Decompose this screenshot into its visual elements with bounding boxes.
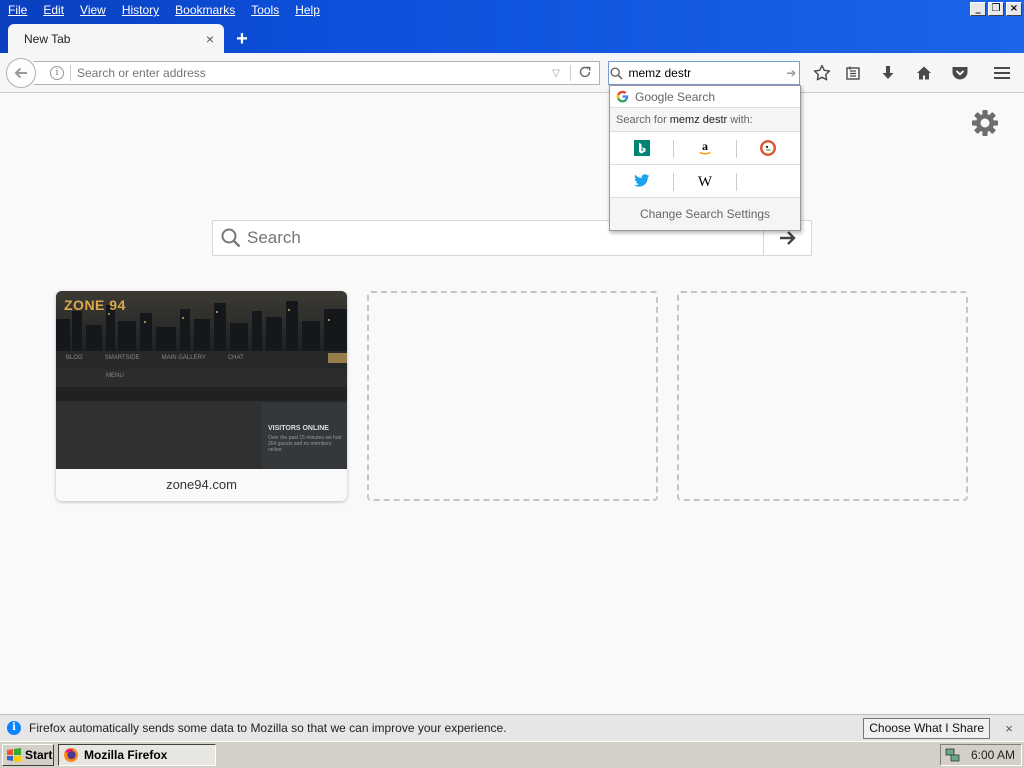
info-icon: i — [7, 721, 21, 735]
back-arrow-icon — [14, 67, 27, 79]
taskbar: Start Mozilla Firefox 6:00 AM — [0, 741, 1024, 768]
search-with-query: memz destr — [669, 113, 728, 126]
menu-edit[interactable]: Edit — [35, 0, 72, 20]
title-bar: File Edit View History Bookmarks Tools H… — [0, 0, 1024, 54]
search-with-header: Search for memz destr with: — [610, 108, 800, 132]
thumbnail-logo: ZONE 94 — [64, 297, 126, 313]
site-thumbnail: ZONE 94 BLOG SMARTSIDE MAIN GALLERY CHAT… — [56, 291, 347, 469]
search-input[interactable] — [624, 66, 784, 80]
pocket-icon[interactable] — [950, 63, 970, 83]
clock[interactable]: 6:00 AM — [971, 748, 1015, 762]
close-icon[interactable]: × — [1002, 721, 1016, 736]
menu-history[interactable]: History — [114, 0, 167, 20]
close-window-button[interactable]: × — [1006, 2, 1022, 16]
top-site-tile[interactable]: ZONE 94 BLOG SMARTSIDE MAIN GALLERY CHAT… — [56, 291, 347, 501]
start-label: Start — [25, 748, 53, 762]
wikipedia-engine-button[interactable]: W — [673, 165, 736, 197]
search-icon — [213, 228, 241, 248]
network-icon[interactable] — [945, 747, 961, 763]
twitter-engine-button[interactable] — [610, 165, 673, 197]
taskbar-task-label: Mozilla Firefox — [84, 748, 168, 762]
menu-view[interactable]: View — [72, 0, 114, 20]
menu-bar: File Edit View History Bookmarks Tools H… — [0, 0, 328, 20]
gear-icon[interactable] — [970, 108, 1000, 138]
svg-text:W: W — [697, 174, 712, 189]
google-search-suggestion[interactable]: Google Search — [610, 86, 800, 108]
info-icon[interactable]: i — [50, 66, 64, 80]
minimize-button[interactable]: _ — [970, 2, 986, 16]
menu-tools[interactable]: Tools — [243, 0, 287, 20]
tile-title: zone94.com — [56, 469, 347, 501]
thumbnail-nav: BLOG SMARTSIDE MAIN GALLERY CHAT — [66, 355, 244, 361]
tab-new-tab[interactable]: New Tab × — [8, 24, 224, 54]
twitter-icon — [633, 174, 649, 187]
url-separator — [70, 65, 71, 81]
notification-bar: i Firefox automatically sends some data … — [0, 714, 1024, 741]
content-search-input[interactable] — [241, 228, 763, 248]
svg-text:a: a — [702, 140, 708, 153]
empty-engine-slot — [736, 165, 799, 197]
change-search-settings-button[interactable]: Change Search Settings — [610, 198, 800, 230]
thumbnail-nav-item: MAIN GALLERY — [161, 355, 206, 361]
google-icon — [616, 90, 629, 103]
wikipedia-icon: W — [697, 174, 712, 189]
duckduckgo-icon — [759, 140, 776, 156]
thumbnail-widget-title: VISITORS ONLINE — [268, 425, 329, 432]
duckduckgo-engine-button[interactable] — [736, 132, 799, 164]
tab-title: New Tab — [24, 32, 71, 46]
back-button[interactable] — [6, 58, 36, 88]
thumbnail-nav-item: SMARTSIDE — [104, 355, 140, 361]
reload-icon[interactable] — [571, 65, 599, 82]
bing-icon — [633, 140, 650, 156]
downloads-icon[interactable] — [878, 63, 898, 83]
empty-tile-placeholder — [367, 291, 658, 501]
menu-help[interactable]: Help — [287, 0, 328, 20]
url-input[interactable] — [77, 66, 553, 80]
thumbnail-nav-item: BLOG — [66, 355, 83, 361]
restore-button[interactable]: ❐ — [988, 2, 1004, 16]
google-search-label: Google Search — [635, 89, 716, 104]
search-engines-row: W — [610, 165, 800, 198]
start-button[interactable]: Start — [2, 744, 54, 766]
amazon-icon: a — [698, 140, 711, 155]
thumbnail-nav-item: MENU — [106, 373, 124, 379]
home-icon[interactable] — [914, 63, 934, 83]
menu-bookmarks[interactable]: Bookmarks — [167, 0, 243, 20]
hamburger-menu-icon[interactable] — [992, 63, 1012, 83]
menu-file[interactable]: File — [0, 0, 35, 20]
search-go-icon[interactable]: ➔ — [784, 66, 800, 80]
url-bar[interactable]: i ▽ — [34, 61, 600, 85]
notification-text: Firefox automatically sends some data to… — [29, 721, 507, 735]
bookmark-star-icon[interactable] — [812, 63, 832, 83]
bookmarks-menu-icon[interactable] — [843, 63, 863, 83]
new-tab-button[interactable]: + — [232, 28, 252, 50]
amazon-engine-button[interactable]: a — [673, 132, 736, 164]
search-icon — [609, 66, 625, 80]
thumbnail-widget-text: Over the past 15 minutes we had 204 gues… — [268, 435, 342, 453]
search-engines-row: a — [610, 132, 800, 165]
search-with-prefix: Search for — [616, 113, 667, 126]
tab-close-icon[interactable]: × — [202, 31, 218, 47]
windows-logo-icon — [7, 748, 21, 762]
bing-engine-button[interactable] — [610, 132, 673, 164]
empty-tile-placeholder — [677, 291, 968, 501]
window-controls: _ ❐ × — [970, 2, 1022, 16]
search-suggestions-popup: Google Search Search for memz destr with… — [609, 85, 801, 231]
history-dropdown-icon[interactable]: ▽ — [552, 68, 560, 79]
search-with-suffix: with: — [730, 113, 753, 126]
choose-what-i-share-button[interactable]: Choose What I Share — [863, 717, 990, 739]
arrow-right-icon — [779, 231, 796, 245]
system-tray: 6:00 AM — [940, 744, 1022, 766]
thumbnail-nav-item: CHAT — [227, 355, 244, 361]
navigation-toolbar: i ▽ ➔ — [0, 53, 1024, 93]
search-bar[interactable]: ➔ — [608, 61, 800, 85]
taskbar-firefox-button[interactable]: Mozilla Firefox — [58, 744, 216, 766]
firefox-icon — [64, 748, 78, 762]
